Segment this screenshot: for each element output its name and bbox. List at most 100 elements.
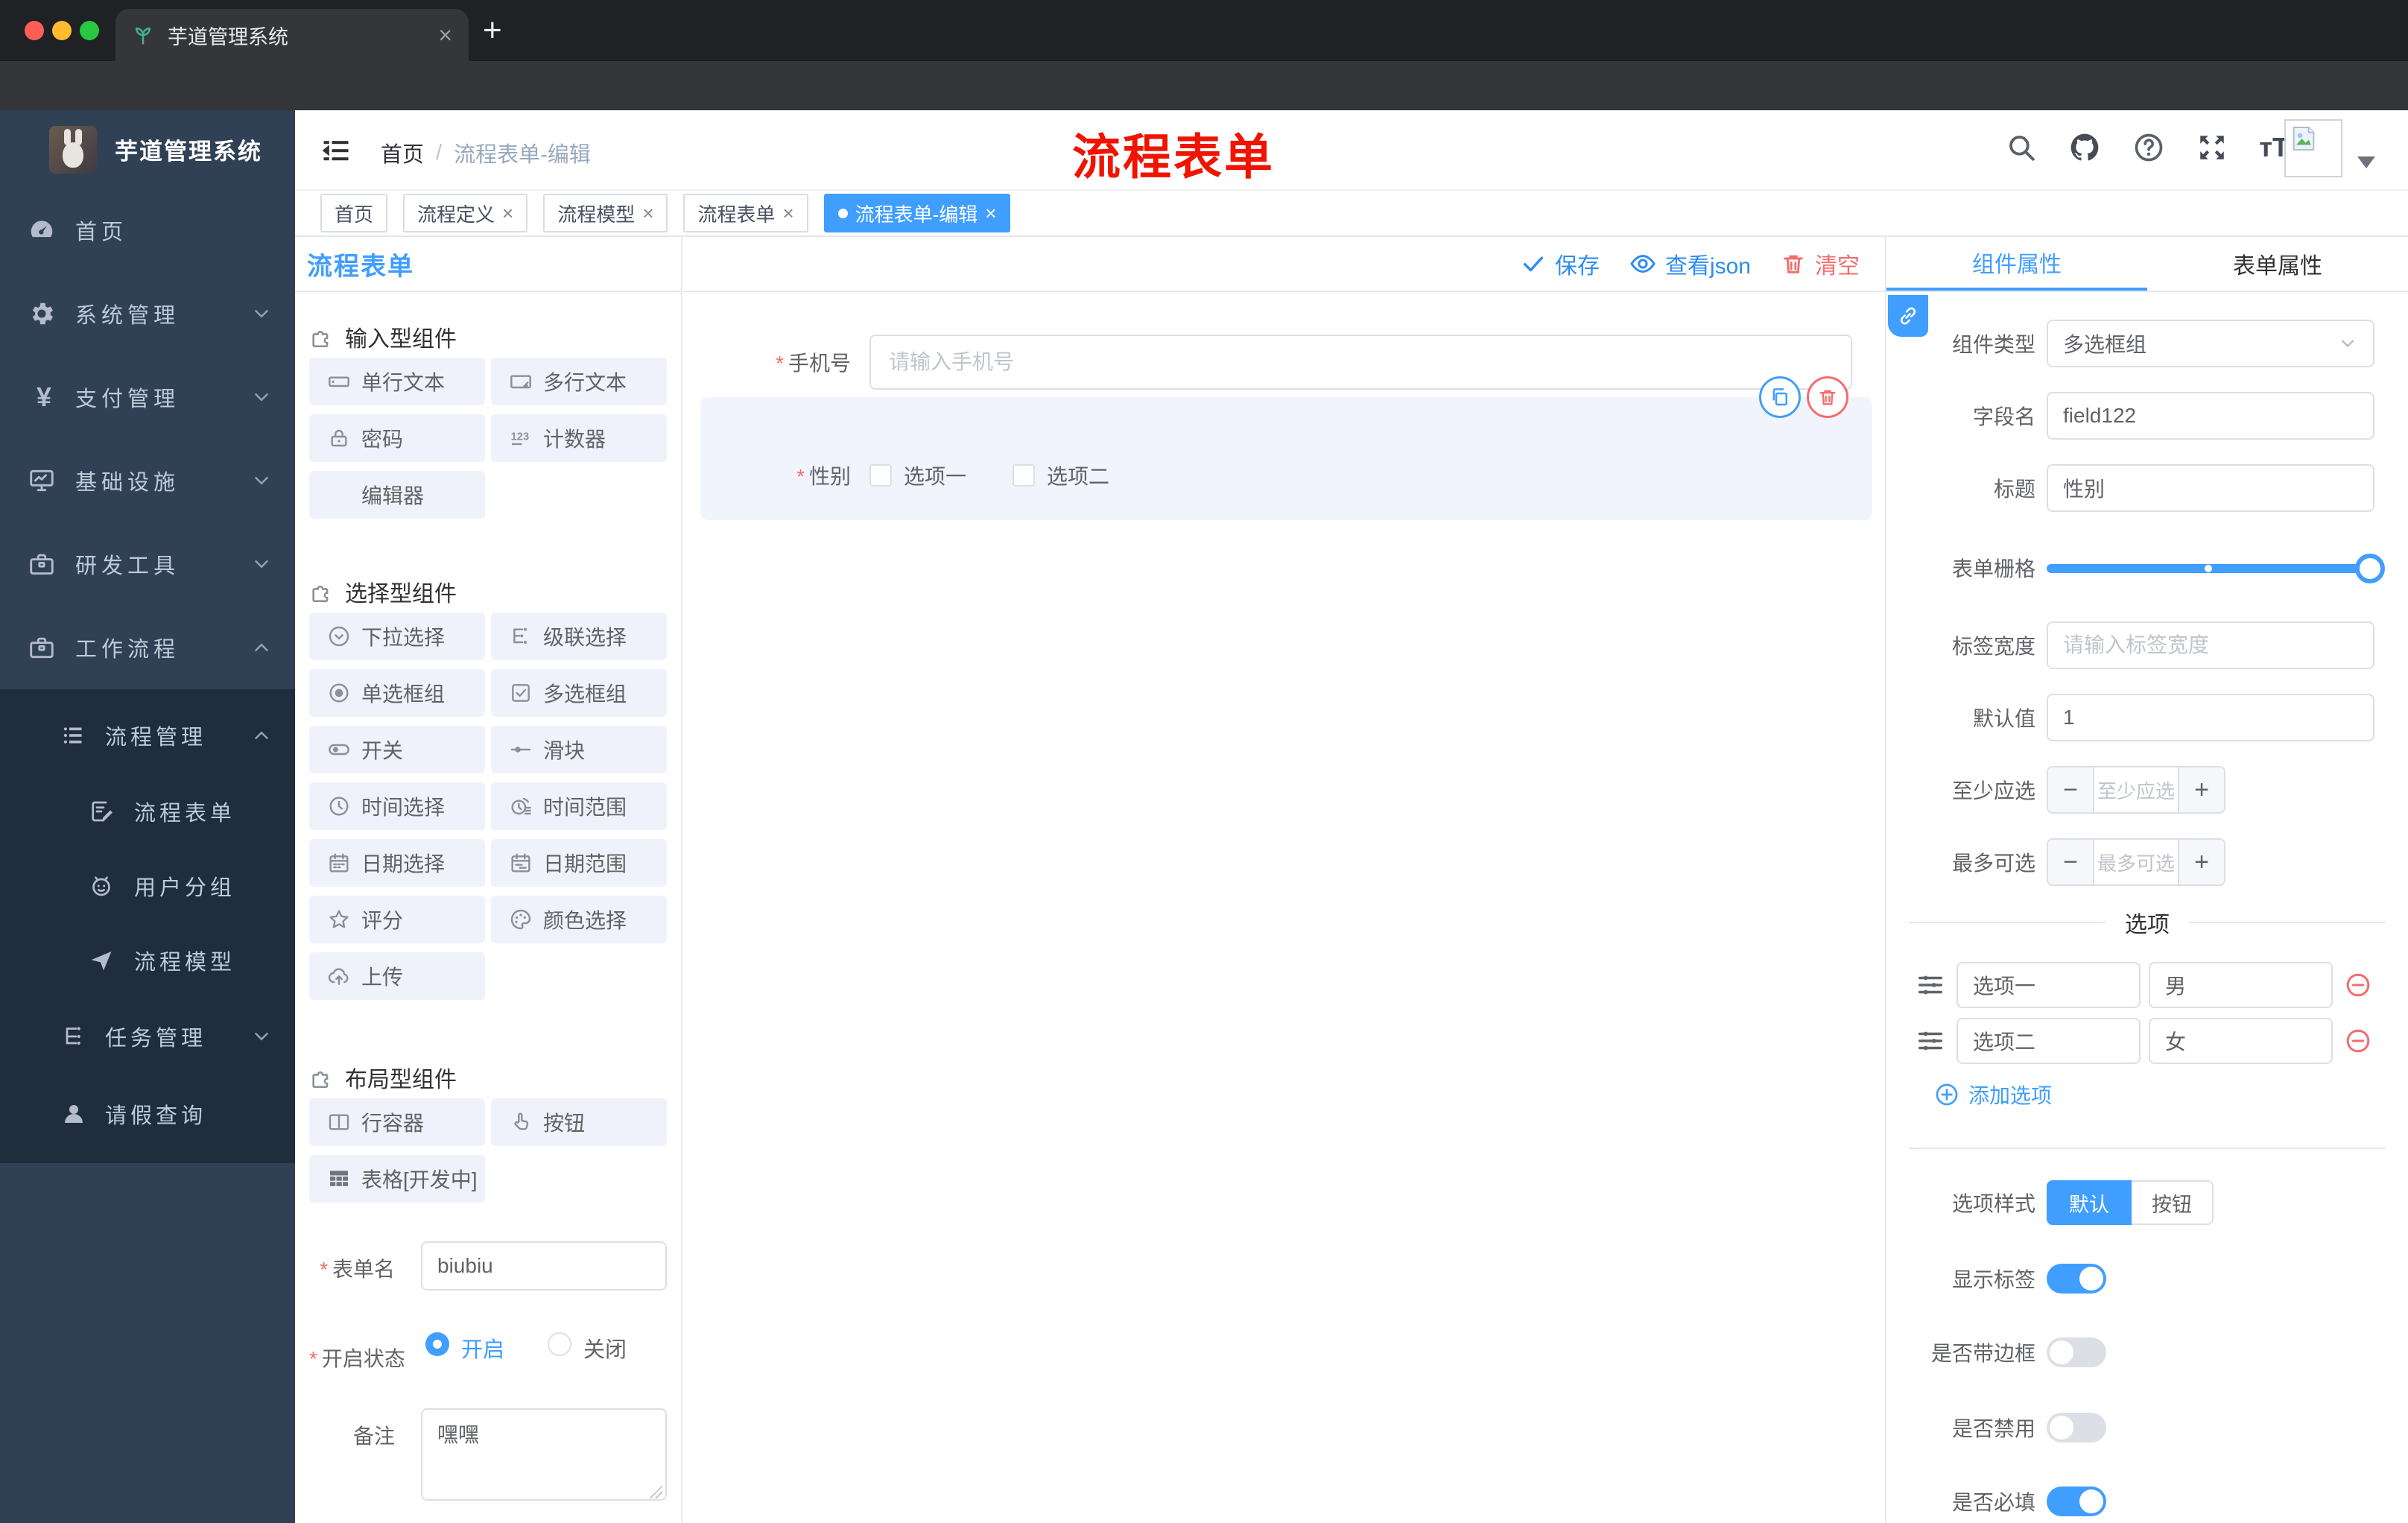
sidebar-item-process-model[interactable]: 流程模型 (0, 923, 295, 998)
palette-item-multi-text[interactable]: 多行文本 (491, 358, 667, 405)
grid-slider[interactable] (2047, 536, 2385, 599)
sidebar-item-process-mgmt[interactable]: 流程管理 (0, 697, 295, 774)
delete-component-button[interactable] (1807, 376, 1848, 418)
palette-item-select[interactable]: 下拉选择 (309, 612, 485, 660)
sidebar-item-user-group[interactable]: 用户分组 (0, 849, 295, 923)
sidebar-item-workflow[interactable]: 工作流程 (0, 606, 295, 689)
drag-handle-icon[interactable] (1916, 1027, 1945, 1055)
tag-close-icon[interactable]: × (985, 202, 996, 225)
tag-process-form-edit[interactable]: 流程表单-编辑 × (823, 194, 1011, 232)
search-icon[interactable] (2006, 132, 2037, 163)
increment-button[interactable]: + (2178, 767, 2224, 812)
style-default-button[interactable]: 默认 (2047, 1180, 2132, 1225)
sidebar-item-devtools[interactable]: 研发工具 (0, 522, 295, 606)
status-off-radio[interactable] (548, 1332, 572, 1356)
status-off-label[interactable]: 关闭 (583, 1332, 627, 1364)
option-label-input[interactable] (1956, 962, 2141, 1008)
decrement-button[interactable]: − (2048, 767, 2094, 812)
canvas-field-gender-selected[interactable]: * 性别 选项一 选项二 (700, 376, 1872, 520)
drag-handle-icon[interactable] (1916, 971, 1945, 999)
remove-option-button[interactable] (2345, 1028, 2371, 1054)
option-value-input[interactable] (2149, 962, 2333, 1008)
default-value-input[interactable] (2047, 694, 2374, 741)
new-tab-button[interactable]: + (483, 12, 502, 49)
style-button-button[interactable]: 按钮 (2132, 1180, 2214, 1225)
breadcrumb-home[interactable]: 首页 (381, 137, 424, 168)
window-minimize-button[interactable] (52, 21, 72, 40)
disabled-toggle[interactable] (2047, 1413, 2106, 1443)
github-icon[interactable] (2068, 131, 2101, 164)
save-button[interactable]: 保存 (1521, 247, 1600, 280)
required-toggle[interactable] (2047, 1486, 2106, 1516)
palette-item-color-picker[interactable]: 颜色选择 (491, 896, 667, 943)
tab-form-props[interactable]: 表单属性 (2147, 237, 2408, 291)
sidebar-collapse-icon[interactable] (320, 134, 352, 167)
min-select-value[interactable]: 至少应选 (2094, 767, 2178, 812)
remove-option-button[interactable] (2345, 972, 2371, 998)
form-name-input[interactable] (421, 1241, 667, 1291)
status-on-label[interactable]: 开启 (461, 1332, 504, 1364)
palette-item-checkbox-group[interactable]: 多选框组 (491, 669, 667, 717)
copy-component-button[interactable] (1759, 376, 1801, 418)
add-option-button[interactable]: 添加选项 (1934, 1082, 2408, 1107)
slider-handle[interactable] (2355, 554, 2385, 583)
palette-item-counter[interactable]: 123 计数器 (491, 414, 667, 462)
decrement-button[interactable]: − (2048, 840, 2094, 884)
gender-option-2[interactable]: 选项二 (1013, 460, 1109, 490)
palette-item-radio-group[interactable]: 单选框组 (309, 669, 485, 717)
field-name-input[interactable] (2047, 392, 2374, 440)
tag-process-definition[interactable]: 流程定义 × (403, 194, 528, 232)
palette-item-date-range[interactable]: 日期范围 (491, 839, 667, 887)
palette-item-table[interactable]: 表格[开发中] (309, 1155, 485, 1203)
phone-input[interactable] (869, 335, 1852, 390)
tag-home[interactable]: 首页 (320, 194, 388, 232)
palette-item-slider[interactable]: 滑块 (491, 726, 667, 773)
palette-item-editor[interactable]: 编辑器 (309, 471, 485, 519)
sidebar-item-infra[interactable]: 基础设施 (0, 439, 295, 522)
sidebar-item-process-form[interactable]: 流程表单 (0, 774, 295, 849)
increment-button[interactable]: + (2178, 840, 2224, 884)
sidebar-item-system[interactable]: 系统管理 (0, 272, 295, 355)
component-type-select[interactable]: 多选框组 (2047, 320, 2374, 367)
tag-process-model[interactable]: 流程模型 × (543, 194, 668, 232)
slider-track[interactable] (2047, 564, 2382, 573)
palette-item-password[interactable]: 密码 (309, 414, 485, 462)
option-value-input[interactable] (2149, 1018, 2333, 1064)
palette-item-switch[interactable]: 开关 (309, 726, 485, 773)
palette-item-rate[interactable]: 评分 (309, 896, 485, 943)
max-select-value[interactable]: 最多可选 (2094, 840, 2178, 884)
sidebar-item-leave-query[interactable]: 请假查询 (0, 1075, 295, 1153)
tag-close-icon[interactable]: × (502, 202, 513, 225)
palette-item-time-range[interactable]: 时间范围 (491, 782, 667, 830)
remark-textarea[interactable]: 嘿嘿 (421, 1408, 667, 1501)
user-avatar[interactable] (2284, 119, 2342, 177)
option-label-input[interactable] (1956, 1018, 2141, 1064)
resize-grip-icon[interactable] (649, 1485, 662, 1498)
fullscreen-icon[interactable] (2196, 132, 2228, 163)
checkbox[interactable] (869, 464, 892, 487)
window-close-button[interactable] (25, 21, 44, 40)
tag-close-icon[interactable]: × (782, 202, 793, 225)
clear-button[interactable]: 清空 (1781, 247, 1860, 280)
help-icon[interactable] (2132, 131, 2165, 164)
status-on-radio[interactable] (425, 1332, 449, 1356)
show-label-toggle[interactable] (2047, 1264, 2106, 1294)
palette-item-date-picker[interactable]: 日期选择 (309, 839, 485, 887)
palette-item-cascader[interactable]: 级联选择 (491, 612, 667, 660)
title-input[interactable] (2047, 464, 2374, 512)
tag-close-icon[interactable]: × (642, 202, 653, 225)
checkbox[interactable] (1013, 464, 1036, 487)
label-width-input[interactable] (2047, 621, 2374, 669)
window-zoom-button[interactable] (80, 21, 99, 40)
view-json-button[interactable]: 查看json (1629, 247, 1751, 280)
with-border-toggle[interactable] (2047, 1337, 2106, 1367)
browser-tab[interactable]: 芋道管理系统 × (115, 9, 469, 61)
sidebar-item-home[interactable]: 首页 (0, 189, 295, 272)
palette-item-time-picker[interactable]: 时间选择 (309, 782, 485, 830)
sidebar-item-payment[interactable]: ¥ 支付管理 (0, 355, 295, 439)
palette-item-button[interactable]: 按钮 (491, 1098, 667, 1146)
palette-item-row-container[interactable]: 行容器 (309, 1098, 485, 1146)
canvas-field-phone[interactable]: * 手机号 (684, 335, 1885, 390)
tab-close-icon[interactable]: × (438, 22, 452, 49)
palette-item-single-text[interactable]: 单行文本 (309, 358, 485, 405)
